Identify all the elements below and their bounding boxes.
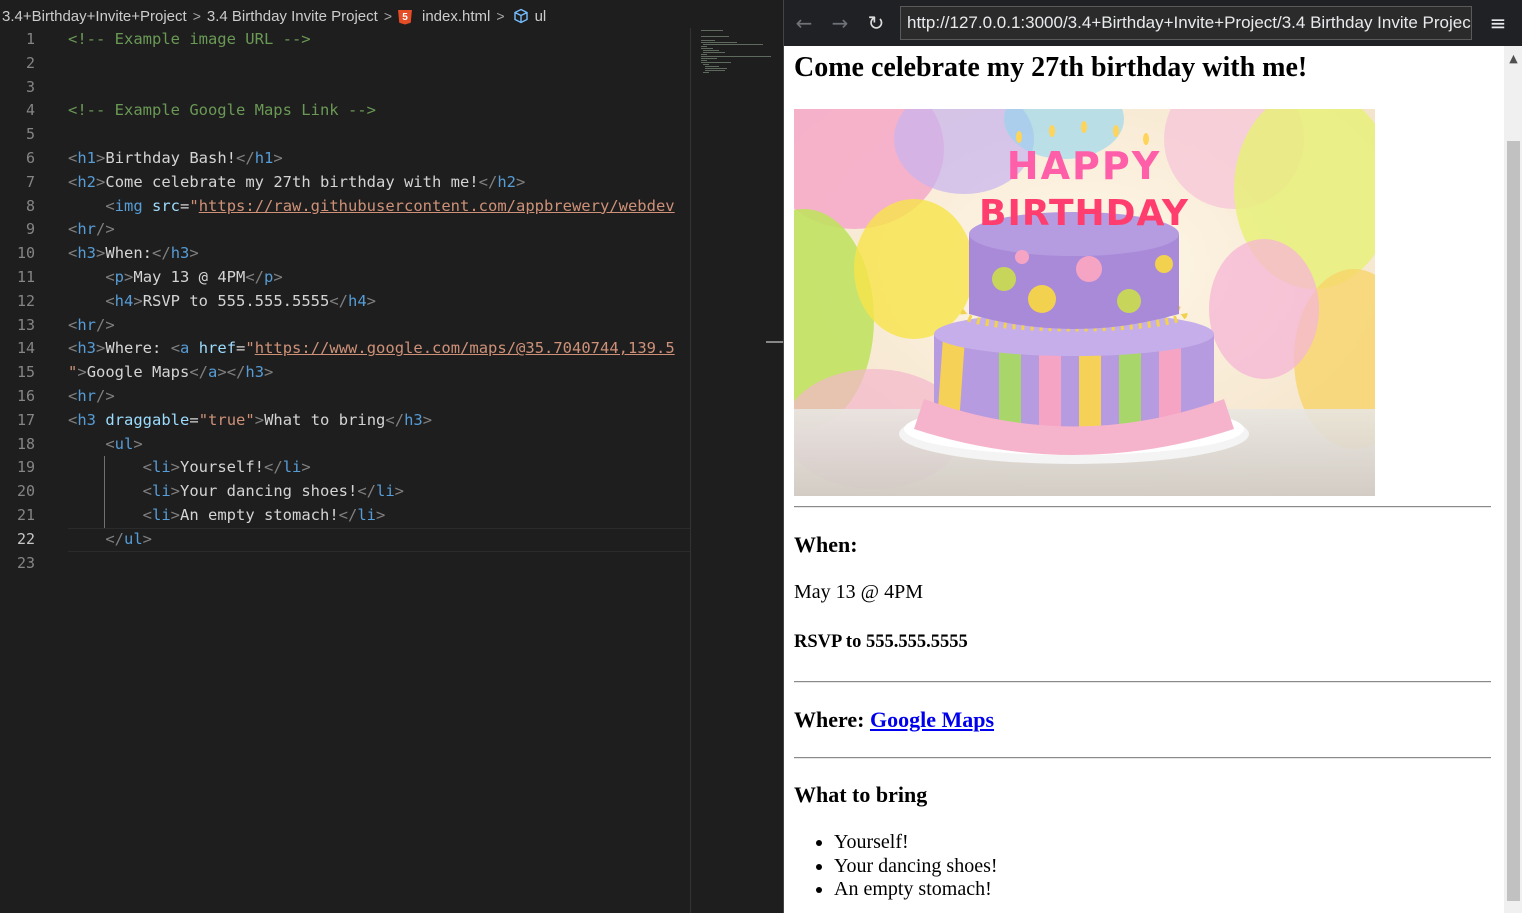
chevron-right-icon: > xyxy=(192,8,201,24)
line-number: 3 xyxy=(25,77,35,96)
code-line-6[interactable]: <h1>Birthday Bash!</h1> xyxy=(68,147,690,171)
reload-button[interactable]: ↻ xyxy=(858,5,894,41)
page-heading: Come celebrate my 27th birthday with me! xyxy=(794,52,1308,83)
code-line-11[interactable]: <p>May 13 @ 4PM</p> xyxy=(68,266,690,290)
code-line-20[interactable]: <li>Your dancing shoes!</li> xyxy=(68,480,690,504)
line-number: 10 xyxy=(16,244,35,263)
line-number: 1 xyxy=(25,30,35,48)
birthday-cake-image: HAPPY BIRTHDAY xyxy=(794,109,1375,496)
code-area[interactable]: <!-- Example image URL --> <!-- Example … xyxy=(68,28,690,575)
browser-toolbar: ← → ↻ http://127.0.0.1:3000/3.4+Birthday… xyxy=(784,0,1522,46)
line-number: 9 xyxy=(25,220,35,239)
line-number: 17 xyxy=(16,410,35,429)
indent-guide xyxy=(104,456,105,528)
code-line-19[interactable]: <li>Yourself!</li> xyxy=(68,456,690,480)
minimap[interactable] xyxy=(690,28,784,913)
line-number: 7 xyxy=(25,172,35,191)
code-line-5[interactable] xyxy=(68,123,690,147)
list-item: An empty stomach! xyxy=(834,878,998,902)
line-number: 4 xyxy=(25,101,35,120)
vertical-scrollbar[interactable]: ▲ xyxy=(1504,46,1522,913)
google-maps-link[interactable]: Google Maps xyxy=(870,707,994,732)
code-line-10[interactable]: <h3>When:</h3> xyxy=(68,242,690,266)
line-number: 8 xyxy=(25,196,35,215)
minimap-scroll-indicator[interactable] xyxy=(766,341,783,343)
breadcrumb-folder-2[interactable]: 3.4 Birthday Invite Project xyxy=(207,8,378,25)
browser-window: ← → ↻ http://127.0.0.1:3000/3.4+Birthday… xyxy=(783,0,1522,913)
code-line-9[interactable]: <hr/> xyxy=(68,218,690,242)
back-button[interactable]: ← xyxy=(786,5,822,41)
cube-icon xyxy=(513,8,528,24)
bring-list: Yourself! Your dancing shoes! An empty s… xyxy=(794,831,998,902)
code-line-14[interactable]: <h3>Where: <a href="https://www.google.c… xyxy=(68,337,690,361)
code-line-21[interactable]: <li>An empty stomach!</li> xyxy=(68,504,690,528)
line-number: 19 xyxy=(16,458,35,477)
line-number: 13 xyxy=(16,315,35,334)
svg-text:BIRTHDAY: BIRTHDAY xyxy=(979,193,1189,234)
code-line-23[interactable] xyxy=(68,552,690,576)
horizontal-rule xyxy=(794,681,1491,683)
reload-icon: ↻ xyxy=(867,11,885,35)
line-number-gutter: 1 2 3 4 5 6 7 8 9 10 11 12 13 14 15 16 17 18 19 20 21 22 23 xyxy=(0,28,50,575)
code-line-1[interactable]: <!-- Example image URL --> xyxy=(68,28,690,52)
code-line-18[interactable]: <ul> xyxy=(68,433,690,457)
line-number: 11 xyxy=(16,267,35,286)
line-number: 18 xyxy=(16,434,35,453)
code-line-16[interactable]: <hr/> xyxy=(68,385,690,409)
horizontal-rule xyxy=(794,757,1491,759)
code-line-17[interactable]: <h3 draggable="true">What to bring</h3> xyxy=(68,409,690,433)
code-line-8[interactable]: <img src="https://raw.githubusercontent.… xyxy=(68,195,690,219)
page-viewport[interactable]: Come celebrate my 27th birthday with me! xyxy=(784,46,1504,913)
line-number: 15 xyxy=(16,363,35,382)
hamburger-menu-icon: ≡ xyxy=(1489,11,1507,35)
html5-icon: 5 xyxy=(398,9,412,25)
url-input[interactable]: http://127.0.0.1:3000/3.4+Birthday+Invit… xyxy=(900,6,1472,40)
code-line-3[interactable] xyxy=(68,76,690,100)
breadcrumb-symbol[interactable]: ul xyxy=(535,8,547,25)
code-line-22[interactable]: </ul> xyxy=(68,527,690,552)
code-line-4[interactable]: <!-- Example Google Maps Link --> xyxy=(68,99,690,123)
line-number: 21 xyxy=(16,505,35,524)
when-heading: When: xyxy=(794,532,858,557)
code-line-7[interactable]: <h2>Come celebrate my 27th birthday with… xyxy=(68,171,690,195)
line-number: 22 xyxy=(16,529,35,548)
horizontal-rule xyxy=(794,506,1491,508)
line-number: 12 xyxy=(16,291,35,310)
line-number: 23 xyxy=(16,553,35,572)
line-number: 6 xyxy=(25,148,35,167)
line-number: 2 xyxy=(25,53,35,72)
breadcrumb-file[interactable]: index.html xyxy=(422,8,490,25)
scroll-up-arrow-icon[interactable]: ▲ xyxy=(1504,52,1522,65)
arrow-left-icon: ← xyxy=(795,11,813,35)
code-editor[interactable]: 3.4+Birthday+Invite+Project > 3.4 Birthd… xyxy=(0,0,784,913)
what-to-bring-heading[interactable]: What to bring xyxy=(794,782,927,808)
rsvp-heading: RSVP to 555.555.5555 xyxy=(794,632,968,652)
line-number: 16 xyxy=(16,386,35,405)
list-item: Your dancing shoes! xyxy=(834,855,998,879)
code-line-12[interactable]: <h4>RSVP to 555.555.5555</h4> xyxy=(68,290,690,314)
breadcrumb-folder-1[interactable]: 3.4+Birthday+Invite+Project xyxy=(2,8,187,25)
chevron-right-icon: > xyxy=(496,8,505,24)
chevron-right-icon: > xyxy=(383,8,392,24)
forward-button[interactable]: → xyxy=(822,5,858,41)
line-number: 14 xyxy=(16,339,35,358)
menu-button[interactable]: ≡ xyxy=(1480,5,1516,41)
line-number: 20 xyxy=(16,482,35,501)
arrow-right-icon: → xyxy=(831,11,849,35)
when-value: May 13 @ 4PM xyxy=(794,581,923,603)
code-line-13[interactable]: <hr/> xyxy=(68,314,690,338)
code-line-15[interactable]: ">Google Maps</a></h3> xyxy=(68,361,690,385)
where-heading: Where: Google Maps xyxy=(794,707,995,732)
svg-text:HAPPY: HAPPY xyxy=(1007,144,1161,188)
scrollbar-thumb[interactable] xyxy=(1507,141,1520,901)
code-line-2[interactable] xyxy=(68,52,690,76)
line-number: 5 xyxy=(25,125,35,144)
list-item: Yourself! xyxy=(834,831,998,855)
url-text: http://127.0.0.1:3000/3.4+Birthday+Invit… xyxy=(907,13,1472,32)
